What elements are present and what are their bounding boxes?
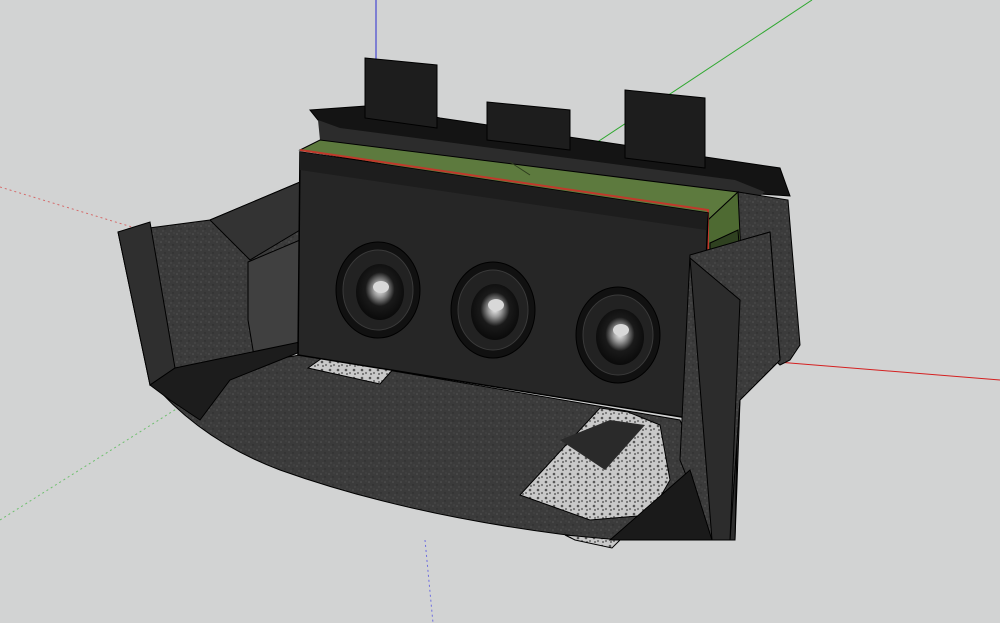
seat-back-left bbox=[364, 57, 438, 129]
woofer-right[interactable] bbox=[575, 286, 661, 384]
woofer-left[interactable] bbox=[335, 241, 421, 339]
scene-canvas[interactable] bbox=[0, 0, 1000, 623]
seat-back-right bbox=[624, 89, 706, 169]
modeling-viewport[interactable] bbox=[0, 0, 1000, 623]
blue-axis-dashed bbox=[424, 539, 434, 623]
woofer-center[interactable] bbox=[450, 261, 536, 359]
